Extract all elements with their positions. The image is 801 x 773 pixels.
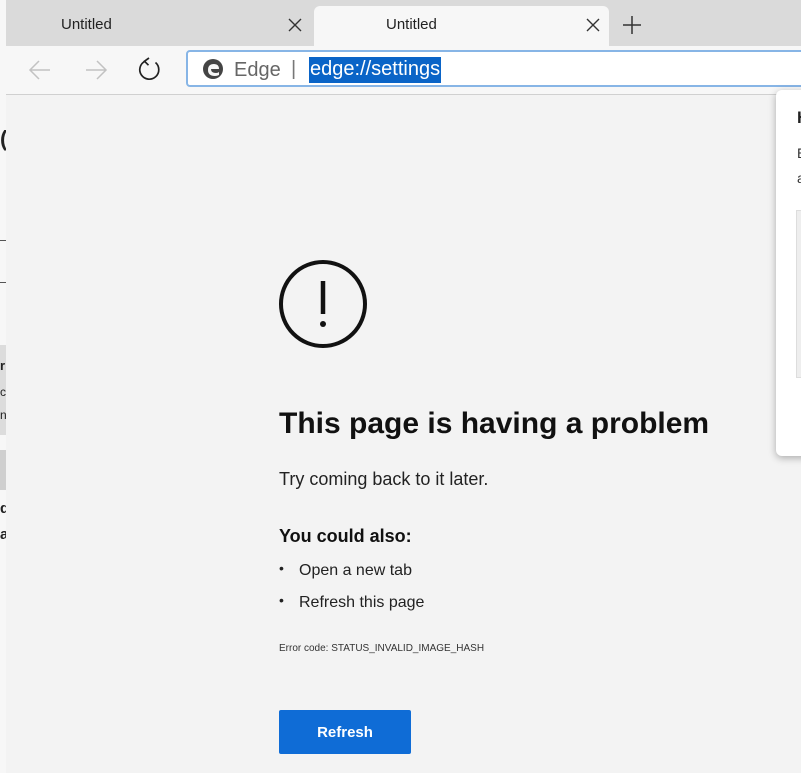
refresh-icon[interactable]	[136, 56, 164, 84]
edge-logo-icon	[203, 59, 223, 79]
plus-icon[interactable]	[622, 15, 642, 35]
site-identity-label: Edge	[234, 59, 281, 81]
suggestion-open-new-tab: Open a new tab	[279, 556, 424, 591]
tab-strip: Untitled Untitled	[6, 0, 801, 46]
flyout-text: E	[797, 145, 801, 161]
tab-title: Untitled	[61, 16, 112, 33]
error-page: This page is having a problem Try coming…	[6, 95, 801, 773]
arrow-right-icon[interactable]	[82, 56, 110, 84]
refresh-button[interactable]: Refresh	[279, 710, 411, 754]
flyout-panel[interactable]: H E a	[776, 90, 801, 456]
browser-window: Untitled Untitled Edge | edge://settings…	[6, 0, 801, 773]
error-subtitle: Try coming back to it later.	[279, 469, 489, 489]
exclamation-circle-icon	[279, 260, 367, 348]
arrow-left-icon[interactable]	[26, 56, 54, 84]
tab-title: Untitled	[386, 16, 437, 33]
suggestions-heading: You could also:	[279, 526, 412, 546]
flyout-text: a	[797, 170, 801, 186]
tab-untitled-1[interactable]: Untitled	[6, 6, 312, 46]
address-bar[interactable]: Edge | edge://settings	[186, 50, 801, 87]
page-title: This page is having a problem	[279, 407, 710, 440]
address-url-text[interactable]: edge://settings	[309, 57, 442, 83]
close-icon[interactable]	[286, 16, 304, 34]
close-icon[interactable]	[584, 16, 602, 34]
tab-untitled-2[interactable]: Untitled	[314, 6, 609, 46]
suggestions-list: Open a new tab Refresh this page	[279, 556, 424, 623]
flyout-heading: H	[797, 108, 801, 128]
address-separator: |	[291, 58, 297, 80]
flyout-content-box	[796, 210, 801, 378]
suggestion-refresh-page: Refresh this page	[279, 588, 424, 623]
error-code: Error code: STATUS_INVALID_IMAGE_HASH	[279, 643, 485, 654]
background-fragment: r	[0, 358, 6, 373]
navigation-toolbar: Edge | edge://settings	[6, 46, 801, 95]
